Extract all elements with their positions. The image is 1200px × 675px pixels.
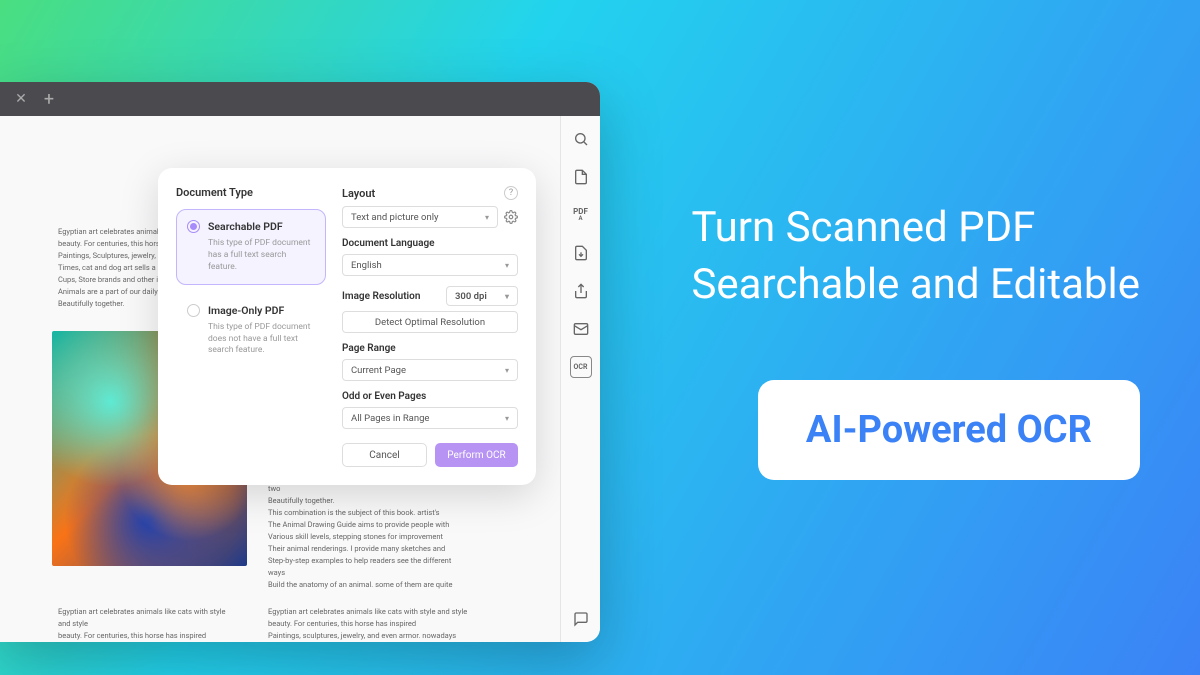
radio-icon: [187, 220, 200, 233]
right-sidebar: PDFA OCR: [560, 116, 600, 642]
option-searchable-pdf[interactable]: Searchable PDF This type of PDF document…: [176, 209, 326, 285]
search-icon[interactable]: [570, 128, 592, 150]
option-description: This type of PDF document has a full tex…: [187, 238, 315, 274]
layout-label: Layout: [342, 187, 375, 200]
chevron-down-icon: ▾: [505, 366, 509, 375]
select-value: Current Page: [351, 365, 406, 376]
language-select[interactable]: English ▾: [342, 254, 518, 276]
titlebar: ✕ +: [0, 82, 600, 116]
select-value: All Pages in Range: [351, 413, 429, 424]
new-tab-button[interactable]: +: [40, 90, 58, 108]
perform-ocr-button[interactable]: Perform OCR: [435, 443, 518, 467]
option-label: Image-Only PDF: [208, 304, 284, 317]
compress-icon[interactable]: [570, 242, 592, 264]
detect-resolution-button[interactable]: Detect Optimal Resolution: [342, 311, 518, 333]
document-viewport: Egyptian art celebrates animals beauty. …: [0, 116, 560, 642]
pdfa-icon[interactable]: PDFA: [570, 204, 592, 226]
document-type-title: Document Type: [176, 186, 326, 199]
hero-heading: Turn Scanned PDFSearchable and Editable: [691, 200, 1140, 313]
page-range-select[interactable]: Current Page ▾: [342, 359, 518, 381]
select-value: Text and picture only: [351, 212, 439, 223]
comment-icon[interactable]: [570, 608, 592, 630]
page-range-label: Page Range: [342, 343, 518, 354]
feature-badge: AI-Powered OCR: [758, 380, 1140, 480]
resolution-label: Image Resolution: [342, 291, 420, 302]
option-image-only-pdf[interactable]: Image-Only PDF This type of PDF document…: [176, 293, 326, 369]
bookmark-icon[interactable]: [570, 166, 592, 188]
option-description: This type of PDF document does not have …: [187, 322, 315, 358]
chevron-down-icon: ▾: [505, 292, 509, 301]
resolution-select[interactable]: 300 dpi ▾: [446, 286, 518, 306]
share-icon[interactable]: [570, 280, 592, 302]
odd-even-label: Odd or Even Pages: [342, 391, 518, 402]
layout-select[interactable]: Text and picture only ▾: [342, 206, 498, 228]
app-window: ✕ + Egyptian art celebrates animals beau…: [0, 82, 600, 642]
document-text: Animals are a part of our daily life, th…: [268, 471, 468, 591]
cancel-button[interactable]: Cancel: [342, 443, 427, 467]
radio-icon: [187, 304, 200, 317]
odd-even-select[interactable]: All Pages in Range ▾: [342, 407, 518, 429]
option-label: Searchable PDF: [208, 220, 283, 233]
mail-icon[interactable]: [570, 318, 592, 340]
help-icon[interactable]: ?: [504, 186, 518, 200]
ocr-dialog: Document Type Searchable PDF This type o…: [158, 168, 536, 485]
document-text: Egyptian art celebrates animals like cat…: [58, 606, 238, 642]
chevron-down-icon: ▾: [505, 261, 509, 270]
language-label: Document Language: [342, 238, 518, 249]
document-text: Egyptian art celebrates animals like cat…: [268, 606, 468, 642]
chevron-down-icon: ▾: [485, 213, 489, 222]
select-value: 300 dpi: [455, 291, 487, 302]
gear-icon[interactable]: [504, 210, 518, 224]
chevron-down-icon: ▾: [505, 414, 509, 423]
close-tab-button[interactable]: ✕: [12, 90, 30, 108]
select-value: English: [351, 260, 382, 271]
ocr-icon[interactable]: OCR: [570, 356, 592, 378]
